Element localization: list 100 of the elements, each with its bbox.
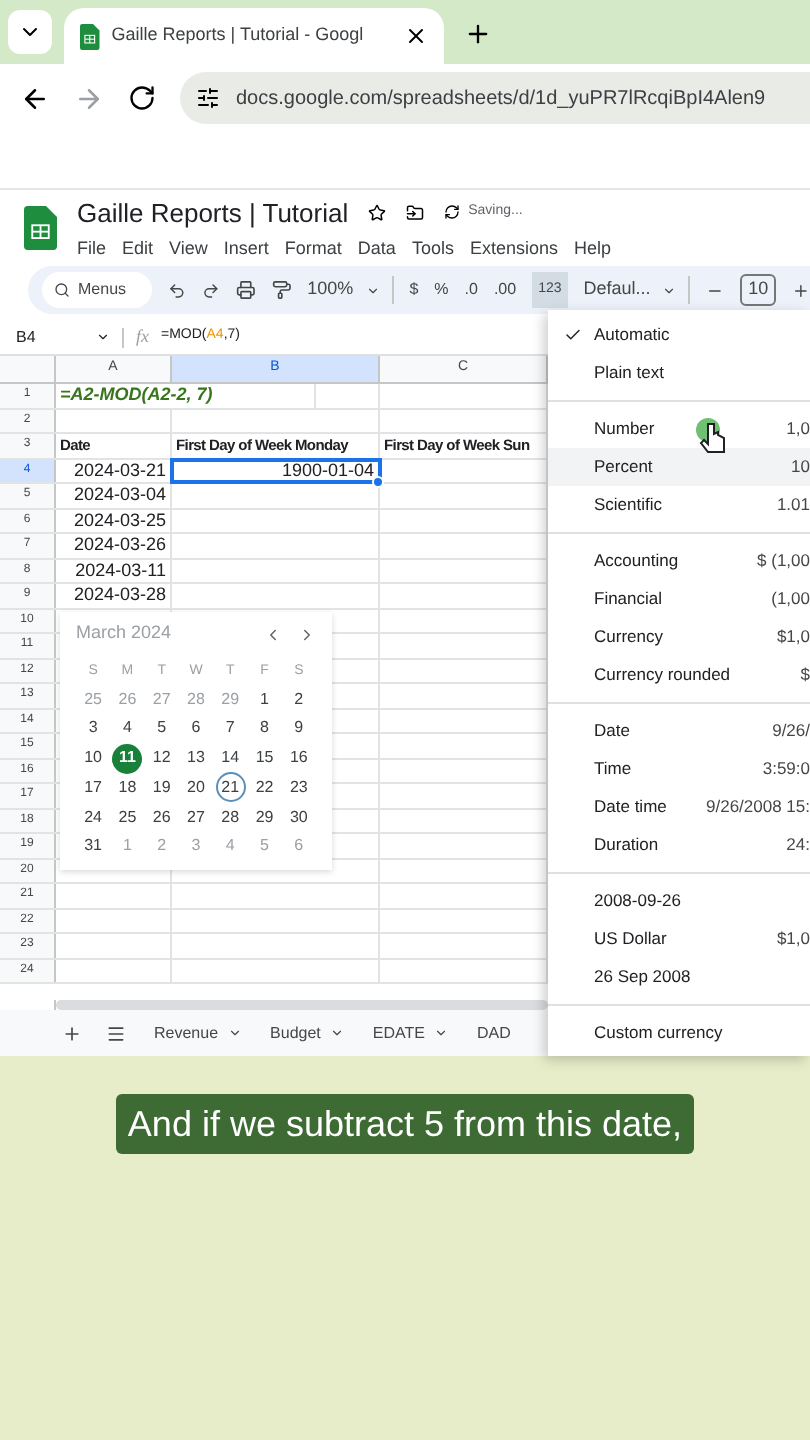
next-month-icon[interactable] [298, 625, 316, 643]
table-cell[interactable]: 2024-03-21 [56, 459, 172, 482]
menu-option[interactable]: Financial (1,00 [548, 580, 810, 618]
calendar-day[interactable]: 6 [180, 713, 211, 744]
tab-list-button[interactable] [8, 10, 52, 54]
menu-option[interactable]: 2008-09-26 [548, 882, 810, 920]
table-cell[interactable]: 1900-01-04 [172, 459, 380, 482]
menu-option[interactable]: Accounting $ (1,00 [548, 542, 810, 580]
scrollbar[interactable] [56, 1000, 548, 1010]
menus-search[interactable]: Menus [42, 272, 153, 308]
star-icon[interactable] [368, 203, 387, 222]
address-bar[interactable]: docs.google.com/spreadsheets/d/1d_yuPR7lRcqiBpI4Alen9 [180, 72, 810, 124]
menu-option[interactable]: Date time 9/26/2008 15: [548, 788, 810, 826]
print-icon[interactable] [236, 280, 256, 300]
menu-option[interactable]: Scientific 1.01 [548, 486, 810, 524]
previous-month-icon[interactable] [264, 625, 282, 643]
menu-item[interactable]: Data [357, 236, 396, 263]
font-size-field[interactable]: 10 [740, 274, 777, 306]
calendar-day[interactable]: 23 [283, 772, 314, 803]
table-cell[interactable]: =A2-MOD(A2-2, 7) [56, 384, 316, 407]
table-cell[interactable]: 2024-03-25 [56, 509, 172, 532]
plus-icon[interactable] [792, 281, 810, 299]
calendar-day[interactable]: 11 [112, 743, 143, 774]
menu-item[interactable]: Format [284, 236, 342, 263]
sheet-tab[interactable]: Budget [270, 1021, 345, 1045]
calendar-day[interactable]: 10 [78, 743, 109, 774]
zoom-dropdown[interactable]: 100% [307, 276, 394, 304]
sheet-tab[interactable]: EDATE [372, 1021, 449, 1045]
calendar-day[interactable]: 30 [283, 802, 314, 833]
menu-item[interactable]: Extensions [469, 236, 558, 263]
calendar-day[interactable]: 20 [180, 772, 211, 803]
document-title[interactable]: Gaille Reports | Tutorial [77, 193, 349, 232]
calendar-day[interactable]: 3 [78, 713, 109, 744]
site-info-icon[interactable] [196, 86, 220, 110]
redo-icon[interactable] [202, 281, 220, 299]
calendar-day[interactable]: 14 [215, 743, 246, 774]
calendar-day[interactable]: 27 [180, 802, 211, 833]
menu-option[interactable]: Percent 10 [548, 448, 810, 486]
calendar-day[interactable]: 8 [249, 713, 280, 744]
folder-icon[interactable] [406, 203, 425, 222]
calendar-day[interactable]: 22 [249, 772, 280, 803]
calendar-day[interactable]: 15 [249, 743, 280, 774]
menu-option[interactable]: Automatic [548, 316, 810, 354]
calendar-day[interactable]: 19 [146, 772, 177, 803]
calendar-day[interactable]: 16 [283, 743, 314, 774]
calendar-day[interactable]: 29 [249, 802, 280, 833]
menu-option[interactable]: US Dollar $1,0 [548, 920, 810, 958]
menu-option[interactable]: Duration 24: [548, 826, 810, 864]
table-cell[interactable]: 2024-03-11 [56, 559, 172, 582]
calendar-day[interactable]: 28 [215, 802, 246, 833]
sheet-tab[interactable]: DAD [476, 1021, 511, 1045]
calendar-day[interactable]: 26 [146, 802, 177, 833]
calendar-day[interactable]: 7 [215, 713, 246, 744]
calendar-day[interactable]: 2 [283, 684, 314, 714]
calendar-day[interactable]: 5 [146, 713, 177, 744]
caret-icon[interactable] [96, 330, 110, 344]
menu-option[interactable]: Currency rounded $ [548, 656, 810, 694]
table-cell[interactable]: 2024-03-26 [56, 534, 172, 557]
close-icon[interactable] [404, 24, 428, 48]
table-cell[interactable]: 2024-03-28 [56, 584, 172, 607]
name-box[interactable]: B4 [0, 325, 96, 349]
menu-option[interactable]: Currency $1,0 [548, 618, 810, 656]
calendar-day[interactable]: 24 [78, 802, 109, 833]
forward-icon[interactable] [74, 83, 104, 113]
sheet-tab[interactable]: Revenue [154, 1021, 243, 1045]
calendar-day[interactable]: 17 [78, 772, 109, 803]
menu-option[interactable]: 26 Sep 2008 [548, 958, 810, 996]
currency-format-button[interactable]: $ [409, 278, 419, 302]
menu-option[interactable]: Custom currency [548, 1014, 810, 1052]
menu-option[interactable]: Number 1,0 [548, 410, 810, 448]
calendar-day[interactable]: 12 [146, 743, 177, 774]
fill-handle[interactable] [372, 476, 384, 488]
calendar-day[interactable]: 9 [283, 713, 314, 744]
menu-option[interactable]: Time 3:59:0 [548, 750, 810, 788]
increase-decimals-button[interactable]: .00 [493, 278, 517, 302]
reload-icon[interactable] [128, 84, 156, 112]
menu-item[interactable]: View [169, 236, 208, 263]
add-sheet-icon[interactable] [62, 1023, 82, 1043]
undo-icon[interactable] [168, 281, 187, 299]
menu-item[interactable]: Help [573, 236, 611, 263]
calendar-day[interactable]: 31 [78, 831, 109, 862]
table-cell[interactable]: 2024-03-04 [56, 484, 172, 507]
menu-item[interactable]: Insert [223, 236, 269, 263]
back-icon[interactable] [20, 83, 50, 113]
calendar-day[interactable]: 13 [180, 743, 211, 774]
decrease-decimals-button[interactable]: .0 [464, 278, 478, 302]
all-sheets-icon[interactable] [106, 1023, 126, 1043]
calendar-day[interactable]: 25 [112, 802, 143, 833]
font-dropdown[interactable]: Defaul... [583, 276, 691, 304]
calendar-day[interactable]: 1 [249, 684, 280, 714]
calendar-day[interactable]: 18 [112, 772, 143, 803]
browser-tab[interactable]: Gaille Reports | Tutorial - Googl [64, 8, 444, 64]
menu-item[interactable]: Edit [122, 236, 154, 263]
menu-option[interactable]: Date 9/26/ [548, 712, 810, 750]
paint-format-icon[interactable] [271, 280, 292, 300]
percent-format-button[interactable]: % [434, 278, 449, 302]
menu-item[interactable]: Tools [411, 236, 454, 263]
menu-item[interactable]: File [77, 236, 107, 263]
menu-option[interactable]: Plain text [548, 354, 810, 392]
calendar-day[interactable]: 21 [215, 772, 246, 803]
